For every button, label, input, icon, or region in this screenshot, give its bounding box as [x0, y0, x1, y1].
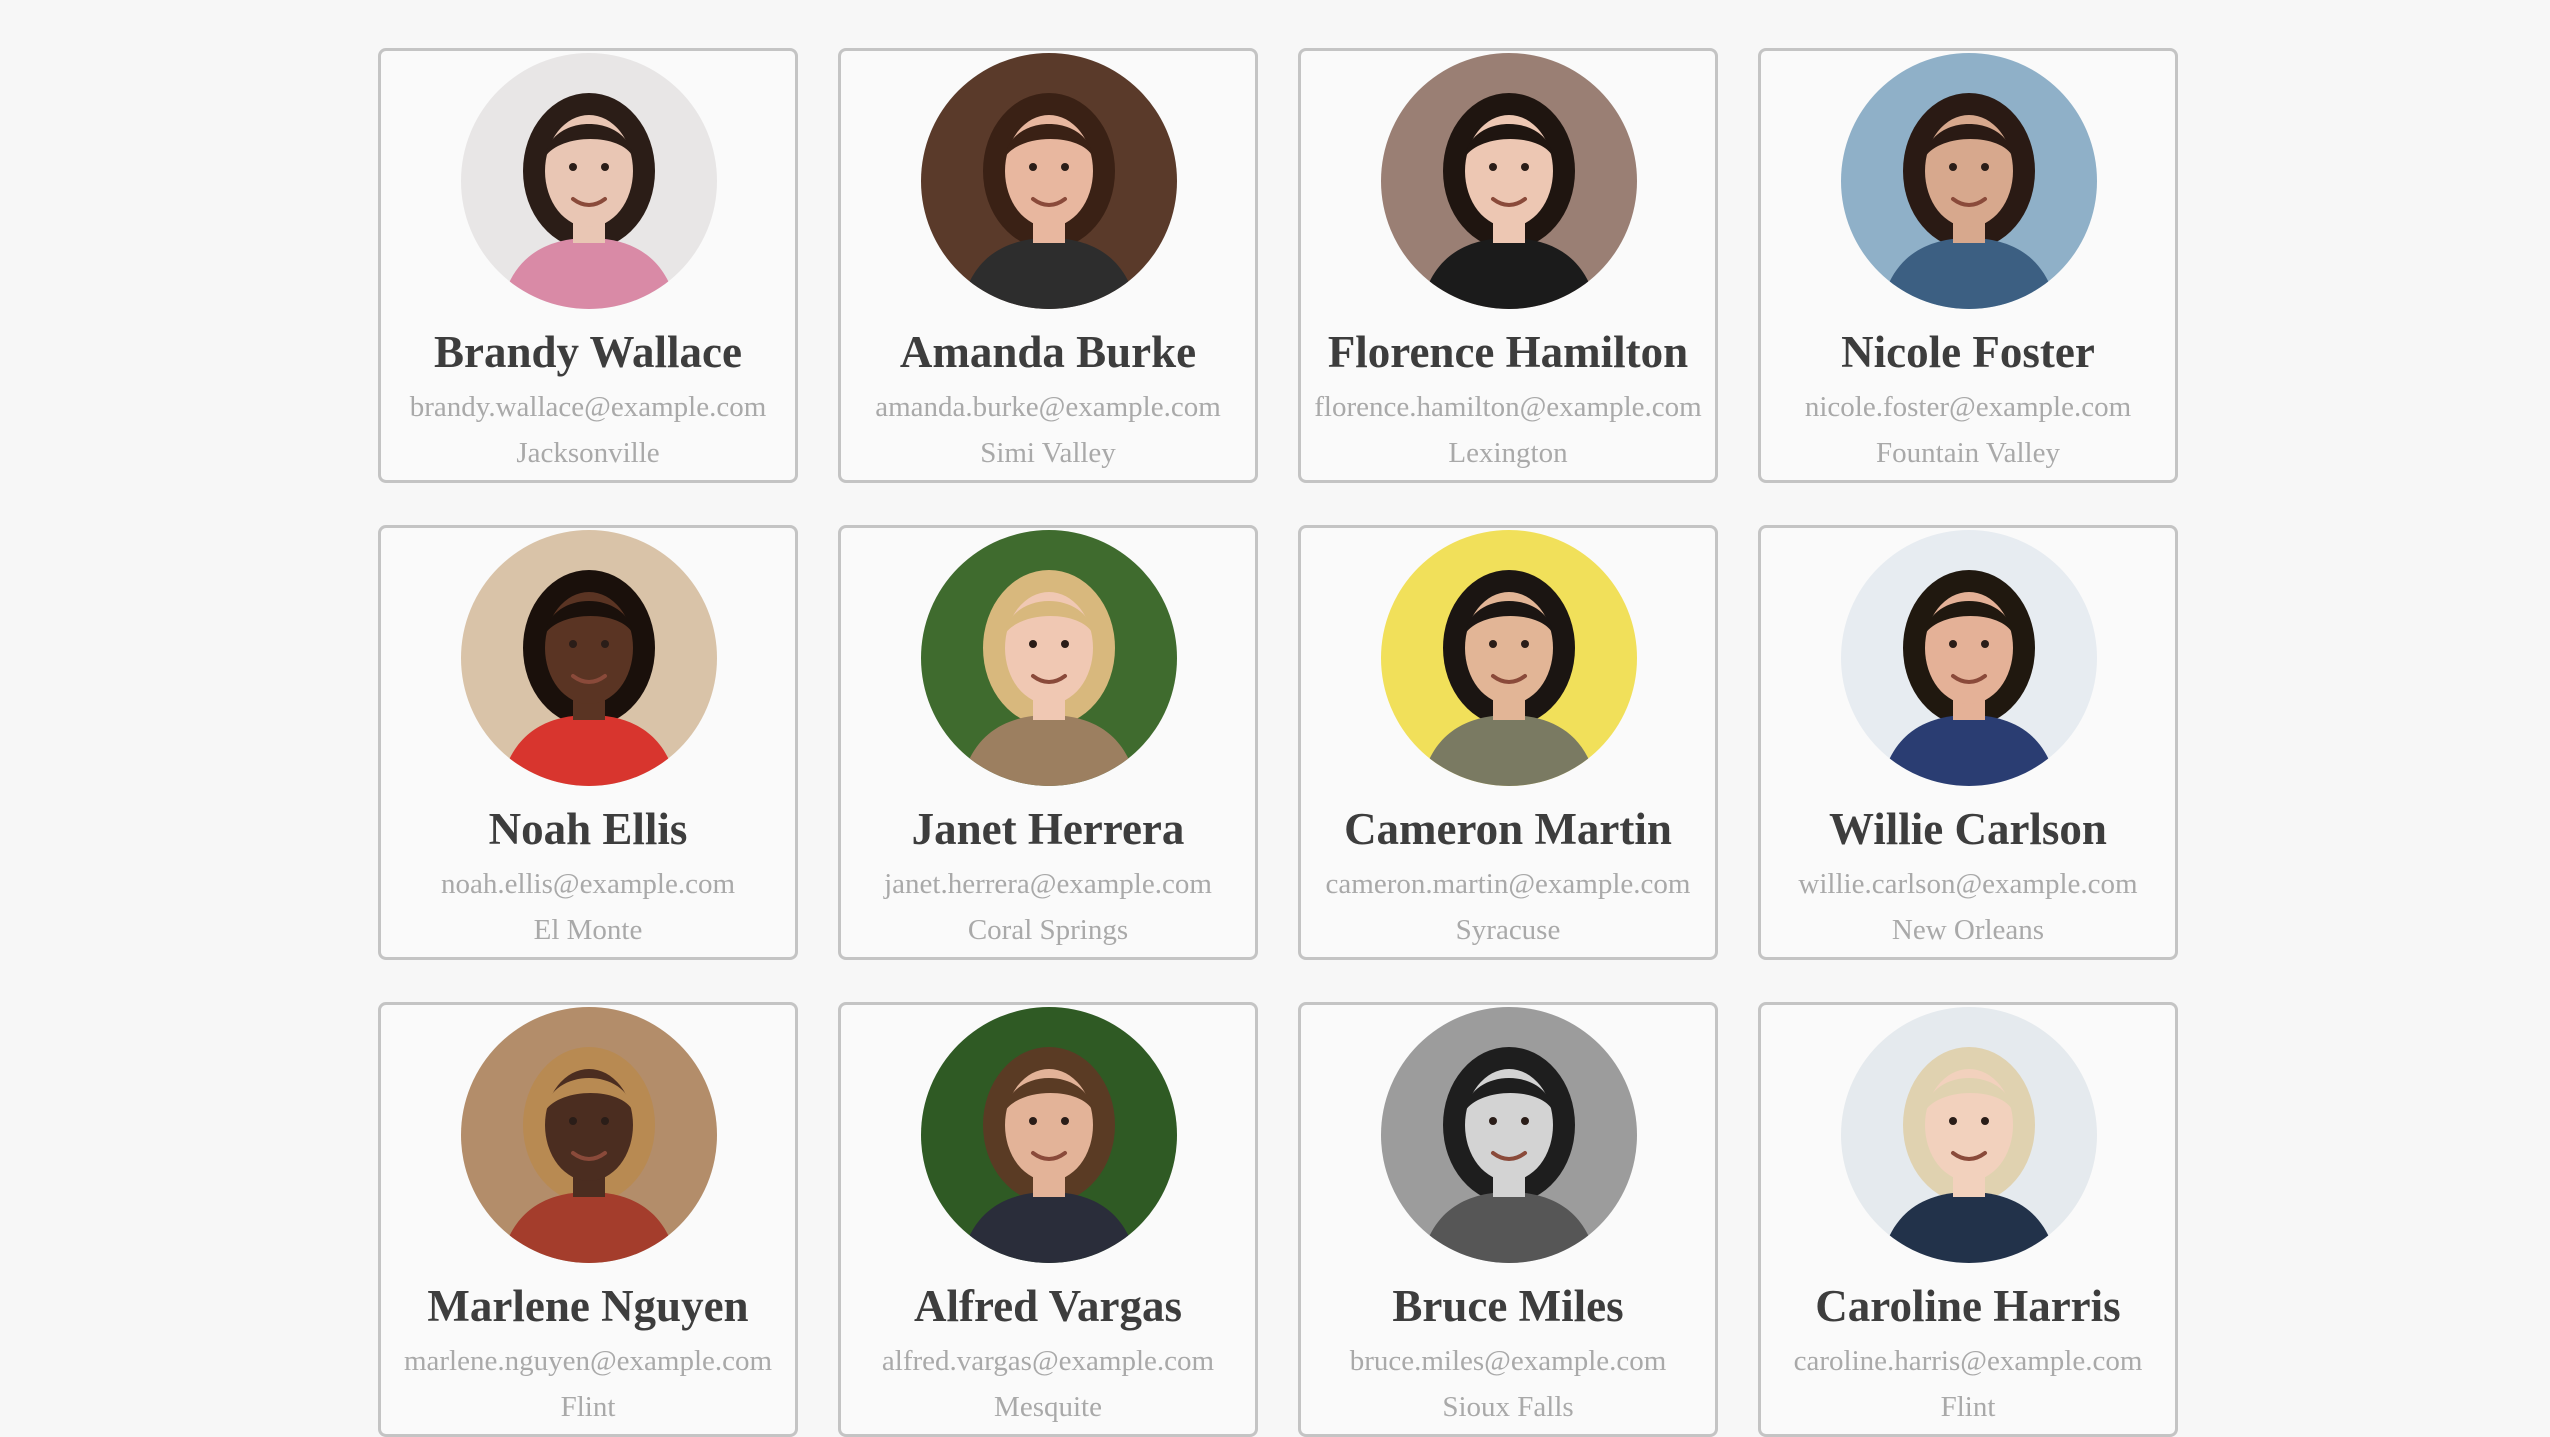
user-email: florence.hamilton@example.com	[1314, 391, 1702, 423]
user-email: noah.ellis@example.com	[440, 868, 736, 900]
user-card[interactable]: Cameron Martin cameron.martin@example.co…	[1298, 525, 1718, 960]
woman-portrait-icon	[921, 53, 1177, 309]
user-email: amanda.burke@example.com	[875, 391, 1221, 423]
man-portrait-icon	[1381, 1007, 1637, 1263]
woman-portrait-icon	[921, 530, 1177, 786]
user-name: Cameron Martin	[1344, 804, 1672, 854]
user-name: Janet Herrera	[911, 804, 1185, 854]
user-city: Flint	[1940, 1391, 1996, 1423]
user-name: Florence Hamilton	[1327, 327, 1689, 377]
user-card[interactable]: Janet Herrera janet.herrera@example.com …	[838, 525, 1258, 960]
user-city: El Monte	[533, 914, 643, 946]
user-card[interactable]: Bruce Miles bruce.miles@example.com Siou…	[1298, 1002, 1718, 1437]
user-name: Bruce Miles	[1392, 1281, 1624, 1331]
user-name: Caroline Harris	[1815, 1281, 2121, 1331]
user-email: willie.carlson@example.com	[1798, 868, 2138, 900]
user-city: Lexington	[1448, 437, 1568, 469]
user-email: nicole.foster@example.com	[1804, 391, 2132, 423]
user-email: brandy.wallace@example.com	[409, 391, 767, 423]
woman-portrait-icon	[1381, 53, 1637, 309]
man-portrait-icon	[461, 530, 717, 786]
woman-portrait-icon	[1841, 1007, 2097, 1263]
user-card-grid: Brandy Wallace brandy.wallace@example.co…	[378, 48, 2178, 1437]
user-card[interactable]: Nicole Foster nicole.foster@example.com …	[1758, 48, 2178, 483]
user-city: Simi Valley	[980, 437, 1116, 469]
man-portrait-icon	[1381, 530, 1637, 786]
user-city: Jacksonville	[516, 437, 660, 469]
user-name: Noah Ellis	[488, 804, 688, 854]
woman-portrait-icon	[1841, 53, 2097, 309]
user-city: New Orleans	[1891, 914, 2045, 946]
user-card[interactable]: Willie Carlson willie.carlson@example.co…	[1758, 525, 2178, 960]
user-email: cameron.martin@example.com	[1325, 868, 1691, 900]
man-portrait-icon	[921, 1007, 1177, 1263]
user-card[interactable]: Noah Ellis noah.ellis@example.com El Mon…	[378, 525, 798, 960]
woman-portrait-icon	[461, 53, 717, 309]
user-email: marlene.nguyen@example.com	[403, 1345, 773, 1377]
user-email: alfred.vargas@example.com	[881, 1345, 1215, 1377]
user-card[interactable]: Caroline Harris caroline.harris@example.…	[1758, 1002, 2178, 1437]
user-city: Mesquite	[994, 1391, 1102, 1423]
user-card[interactable]: Amanda Burke amanda.burke@example.com Si…	[838, 48, 1258, 483]
user-name: Nicole Foster	[1841, 327, 2095, 377]
user-city: Sioux Falls	[1442, 1391, 1574, 1423]
user-card[interactable]: Brandy Wallace brandy.wallace@example.co…	[378, 48, 798, 483]
user-email: janet.herrera@example.com	[884, 868, 1212, 900]
user-card[interactable]: Alfred Vargas alfred.vargas@example.com …	[838, 1002, 1258, 1437]
user-email: bruce.miles@example.com	[1349, 1345, 1667, 1377]
user-city: Fountain Valley	[1876, 437, 2060, 469]
user-name: Willie Carlson	[1829, 804, 2107, 854]
user-email: caroline.harris@example.com	[1793, 1345, 2143, 1377]
user-name: Brandy Wallace	[434, 327, 742, 377]
user-name: Alfred Vargas	[914, 1281, 1182, 1331]
user-city: Syracuse	[1455, 914, 1561, 946]
woman-portrait-icon	[461, 1007, 717, 1263]
user-name: Amanda Burke	[899, 327, 1197, 377]
user-card[interactable]: Marlene Nguyen marlene.nguyen@example.co…	[378, 1002, 798, 1437]
user-city: Coral Springs	[967, 914, 1129, 946]
man-portrait-icon	[1841, 530, 2097, 786]
user-name: Marlene Nguyen	[427, 1281, 749, 1331]
user-card[interactable]: Florence Hamilton florence.hamilton@exam…	[1298, 48, 1718, 483]
user-city: Flint	[560, 1391, 616, 1423]
